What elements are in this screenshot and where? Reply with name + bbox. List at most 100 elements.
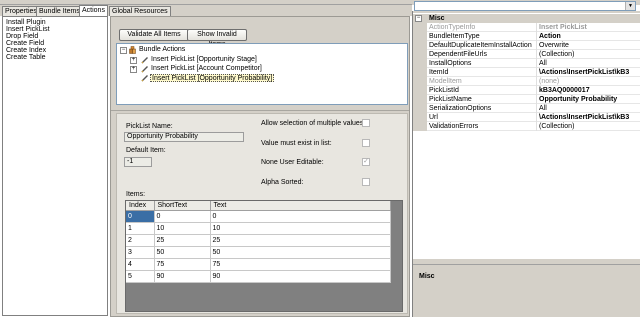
list-item[interactable]: Install Plugin [6,19,107,26]
tab-actions[interactable]: Actions [79,5,108,16]
picklist-name-field[interactable]: Opportunity Probability [124,132,244,142]
property-name: InstallOptions [429,60,472,67]
list-item[interactable]: Insert PickList [6,26,107,33]
property-row-actiontypeinfo[interactable]: ActionTypeInfo Insert PickList [413,23,640,32]
table-cell[interactable]: 90 [154,270,211,283]
none-user-editable-checkbox[interactable]: ✓ [362,158,370,166]
property-name: PickListName [429,96,472,103]
none-user-editable-label: None User Editable: [261,159,324,166]
tab-strip: Properties Bundle Items Actions Global R… [0,5,412,16]
property-value[interactable]: (none) [536,77,639,86]
expand-icon[interactable]: + [130,57,137,64]
property-value[interactable]: \Actions\InsertPickList\kB3 [536,68,639,77]
table-cell[interactable]: 25 [210,234,391,247]
tree-item-opportunity-probability[interactable]: Insert PickList [Opportunity Probability… [150,74,275,82]
property-row-installoptions[interactable]: InstallOptions All [413,59,640,68]
table-cell[interactable]: 3 [126,246,155,259]
table-cell[interactable]: 75 [210,258,391,271]
action-pencil-icon [141,75,148,82]
property-value[interactable]: Overwrite [536,41,639,50]
property-row-modelitem[interactable]: ModelItem (none) [413,77,640,86]
chevron-down-icon[interactable]: ▼ [625,2,635,10]
property-row-dependentfileurls[interactable]: DependentFileUrls (Collection) [413,50,640,59]
property-row-validationerrors[interactable]: ValidationErrors (Collection) [413,122,640,131]
alpha-sorted-label: Alpha Sorted: [261,179,304,186]
property-value[interactable]: (Collection) [536,50,639,59]
list-item[interactable]: Drop Field [6,33,107,40]
property-value[interactable]: \Actions\InsertPickList\kB3 [536,113,639,122]
table-cell[interactable]: 50 [210,246,391,259]
property-value[interactable]: Action [536,32,639,41]
table-row[interactable]: 2 25 25 [126,234,391,247]
property-grid[interactable]: − Misc ActionTypeInfo Insert PickList Bu… [412,11,640,317]
bundle-folder-icon [129,46,136,54]
table-cell[interactable]: 10 [154,222,211,235]
table-cell[interactable]: 0 [210,210,391,223]
table-row[interactable]: 0 0 0 [126,210,391,223]
tab-properties[interactable]: Properties [2,6,40,16]
list-item[interactable]: Create Table [6,54,107,61]
category-misc[interactable]: − Misc [413,14,640,23]
table-cell[interactable]: 1 [126,222,155,235]
must-exist-label: Value must exist in list: [261,140,332,147]
action-type-list[interactable]: Install Plugin Insert PickList Drop Fiel… [2,16,108,316]
table-cell[interactable]: 75 [154,258,211,271]
table-cell[interactable]: 90 [210,270,391,283]
column-header-text[interactable]: Text [210,201,391,211]
property-value[interactable]: (Collection) [536,122,639,131]
table-row[interactable]: 4 75 75 [126,258,391,271]
table-cell[interactable]: 4 [126,258,155,271]
property-row-picklistid[interactable]: PickListId kB3AQ0000017 [413,86,640,95]
default-item-label: Default Item: [126,147,166,154]
tree-item-account-competitor[interactable]: Insert PickList [Account Competitor] [151,65,262,73]
items-grid[interactable]: Index ShortText Text 0 0 0 1 10 10 2 25 … [125,200,403,312]
row-gutter [413,104,427,113]
property-row-itemid[interactable]: ItemId \Actions\InsertPickList\kB3 [413,68,640,77]
expand-icon[interactable]: + [130,66,137,73]
table-cell[interactable]: 0 [126,210,155,223]
object-selector-dropdown[interactable]: ▼ [414,1,636,11]
row-gutter [413,59,427,68]
table-cell[interactable]: 0 [154,210,211,223]
property-value[interactable]: kB3AQ0000017 [536,86,639,95]
table-cell[interactable]: 25 [154,234,211,247]
property-row-defaultduplicate[interactable]: DefaultDuplicateItemInstallAction Overwr… [413,41,640,50]
property-row-bundleitemtype[interactable]: BundleItemType Action [413,32,640,41]
picklist-form: PickList Name: Opportunity Probability D… [116,113,408,314]
table-cell[interactable]: 2 [126,234,155,247]
show-invalid-items-button[interactable]: Show Invalid Items [187,29,247,48]
property-name: Url [429,114,438,121]
column-header-index[interactable]: Index [126,201,155,211]
tree-root-bundle-actions[interactable]: Bundle Actions [139,46,185,54]
property-value[interactable]: All [536,59,639,68]
allow-multiple-checkbox[interactable] [362,119,370,127]
alpha-sorted-checkbox[interactable] [362,178,370,186]
collapse-icon[interactable]: − [415,15,422,22]
table-cell[interactable]: 10 [210,222,391,235]
property-name: SerializationOptions [429,105,492,112]
table-row[interactable]: 1 10 10 [126,222,391,235]
table-row[interactable]: 5 90 90 [126,270,391,283]
property-row-picklistname[interactable]: PickListName Opportunity Probability [413,95,640,104]
tree-item-opportunity-stage[interactable]: Insert PickList [Opportunity Stage] [151,56,257,64]
property-value[interactable]: All [536,104,639,113]
validate-all-items-button[interactable]: Validate All Items [119,29,189,41]
tab-global-resources[interactable]: Global Resources [109,6,171,16]
table-row[interactable]: 3 50 50 [126,246,391,259]
tab-bundle-items[interactable]: Bundle Items [36,6,83,16]
column-header-shorttext[interactable]: ShortText [154,201,211,211]
table-cell[interactable]: 50 [154,246,211,259]
list-item[interactable]: Create Index [6,47,107,54]
collapse-icon[interactable]: − [120,47,127,54]
property-row-url[interactable]: Url \Actions\InsertPickList\kB3 [413,113,640,122]
table-cell[interactable]: 5 [126,270,155,283]
description-pane: Misc [413,264,640,317]
bundle-actions-tree[interactable]: − Bundle Actions + Insert PickList [Oppo… [116,43,408,105]
property-value[interactable]: Insert PickList [536,23,639,32]
must-exist-checkbox[interactable] [362,139,370,147]
property-value[interactable]: Opportunity Probability [536,95,639,104]
list-item[interactable]: Create Field [6,40,107,47]
default-item-field[interactable]: -1 [124,157,152,167]
property-name: DefaultDuplicateItemInstallAction [429,42,532,49]
property-row-serializationoptions[interactable]: SerializationOptions All [413,104,640,113]
